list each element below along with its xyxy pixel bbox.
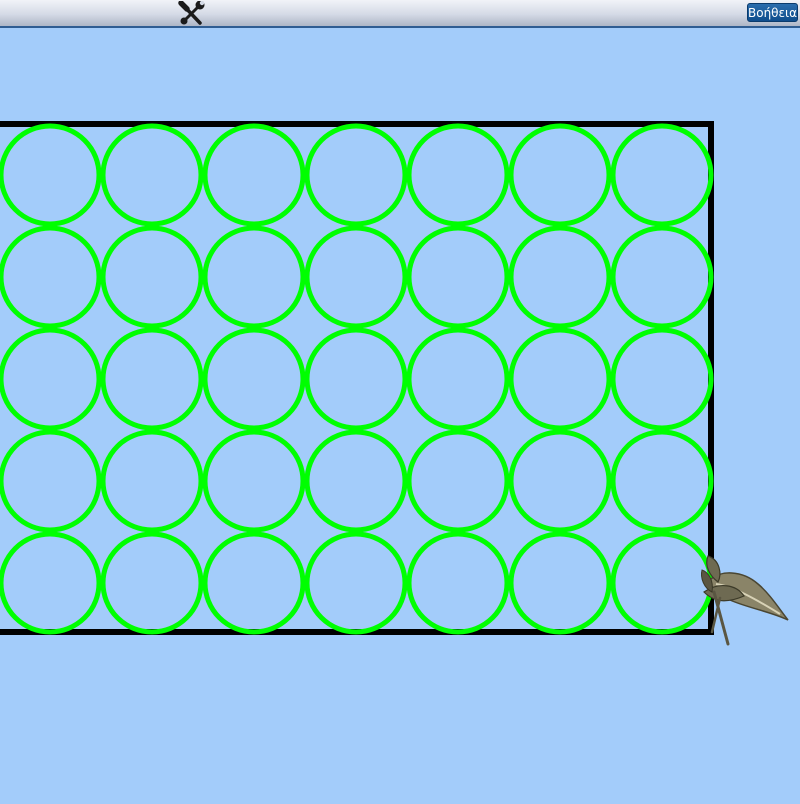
green-circle — [406, 123, 510, 227]
green-circle — [202, 429, 306, 533]
green-circle — [610, 327, 714, 431]
green-circle — [508, 225, 612, 329]
green-circle — [202, 327, 306, 431]
drawing-canvas[interactable] — [0, 30, 800, 800]
green-circle — [100, 531, 204, 635]
green-circle — [508, 327, 612, 431]
green-circle — [0, 429, 102, 533]
tools-icon[interactable] — [178, 0, 206, 27]
green-circle — [304, 327, 408, 431]
green-circle — [610, 123, 714, 227]
green-circle — [100, 429, 204, 533]
green-circle — [0, 123, 102, 227]
green-circle — [610, 225, 714, 329]
help-button[interactable]: Βοήθεια — [747, 3, 798, 22]
green-circle — [0, 531, 102, 635]
green-circle — [610, 531, 714, 635]
green-circle — [304, 123, 408, 227]
green-circle — [304, 531, 408, 635]
green-circle — [100, 123, 204, 227]
green-circle — [406, 327, 510, 431]
green-circle — [0, 225, 102, 329]
green-circle — [508, 531, 612, 635]
green-circle — [406, 225, 510, 329]
green-circle — [304, 429, 408, 533]
green-circle — [508, 429, 612, 533]
green-circle — [406, 429, 510, 533]
green-circle — [100, 327, 204, 431]
top-toolbar: Βοήθεια — [0, 0, 800, 28]
turtle-drawing — [0, 121, 789, 646]
green-circle — [202, 225, 306, 329]
green-circle — [100, 225, 204, 329]
turtle-icon — [701, 555, 789, 646]
circle-grid — [0, 123, 714, 635]
green-circle — [508, 123, 612, 227]
green-circle — [304, 225, 408, 329]
green-circle — [202, 123, 306, 227]
green-circle — [610, 429, 714, 533]
green-circle — [0, 327, 102, 431]
green-circle — [406, 531, 510, 635]
green-circle — [202, 531, 306, 635]
